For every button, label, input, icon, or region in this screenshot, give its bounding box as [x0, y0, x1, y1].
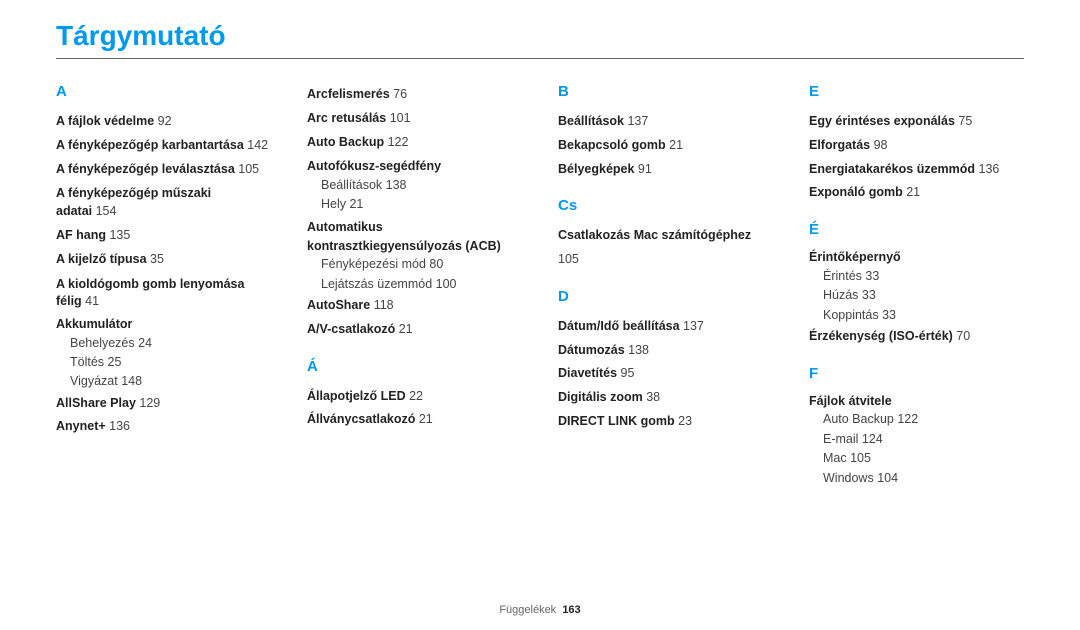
- index-subhead: Automatikuskontrasztkiegyensúlyozás (ACB…: [307, 218, 522, 256]
- index-entry[interactable]: Érzékenység (ISO-érték) 70: [809, 325, 1024, 349]
- index-subentry[interactable]: Beállítások 138: [307, 176, 522, 195]
- index-entry[interactable]: Csatlakozás Mac számítógéphez 105: [558, 224, 773, 272]
- column: B Beállítások 137Bekapcsoló gomb 21Bélyeg…: [558, 83, 773, 488]
- index-entry[interactable]: A/V-csatlakozó 21: [307, 318, 522, 342]
- index-letter: A: [56, 83, 271, 100]
- index-subentry[interactable]: Hely 21: [307, 195, 522, 214]
- index-letter: Á: [307, 358, 522, 375]
- index-subentry[interactable]: E-mail 124: [809, 430, 1024, 449]
- index-entry[interactable]: Digitális zoom 38: [558, 386, 773, 410]
- index-subhead: Autofókusz-segédfény: [307, 157, 522, 176]
- index-entry[interactable]: AutoShare 118: [307, 294, 522, 318]
- index-entry[interactable]: Auto Backup 122: [307, 131, 522, 155]
- index-letter: D: [558, 288, 773, 305]
- footer-label: Függelékek: [499, 604, 556, 616]
- index-entry[interactable]: Beállítások 137: [558, 110, 773, 134]
- index-subentry[interactable]: Koppintás 33: [809, 306, 1024, 325]
- index-entry[interactable]: DIRECT LINK gomb 23: [558, 410, 773, 434]
- index-entry[interactable]: A fényképezőgép műszakiadatai 154: [56, 185, 271, 220]
- index-entry[interactable]: AF hang 135: [56, 224, 271, 248]
- index-letter: E: [809, 83, 1024, 100]
- index-subentry[interactable]: Auto Backup 122: [809, 410, 1024, 429]
- index-letter: É: [809, 221, 1024, 238]
- index-entry[interactable]: Elforgatás 98: [809, 134, 1024, 158]
- index-subhead: Fájlok átvitele: [809, 392, 1024, 411]
- column: E Egy érintéses exponálás 75Elforgatás 98…: [809, 83, 1024, 488]
- index-entry[interactable]: A fájlok védelme 92: [56, 110, 271, 134]
- index-entry[interactable]: Állapotjelző LED 22: [307, 385, 522, 409]
- index-entry[interactable]: Diavetítés 95: [558, 362, 773, 386]
- index-subentry[interactable]: Húzás 33: [809, 286, 1024, 305]
- index-subentry[interactable]: Töltés 25: [56, 353, 271, 372]
- index-entry[interactable]: AllShare Play 129: [56, 392, 271, 416]
- index-entry[interactable]: Energiatakarékos üzemmód 136: [809, 158, 1024, 182]
- index-entry[interactable]: Bekapcsoló gomb 21: [558, 134, 773, 158]
- index-entry[interactable]: Arc retusálás 101: [307, 107, 522, 131]
- index-entry[interactable]: A fényképezőgép leválasztása 105: [56, 158, 271, 182]
- index-subentry[interactable]: Behelyezés 24: [56, 334, 271, 353]
- index-entry[interactable]: A kioldógomb gomb lenyomásafélig 41: [56, 276, 271, 311]
- index-subentry[interactable]: Lejátszás üzemmód 100: [307, 275, 522, 294]
- index-subhead: Akkumulátor: [56, 315, 271, 334]
- index-letter: F: [809, 365, 1024, 382]
- index-entry[interactable]: A fényképezőgép karbantartása 142: [56, 134, 271, 158]
- index-letter: Cs: [558, 197, 773, 214]
- footer-page: 163: [562, 604, 580, 616]
- index-entry[interactable]: Dátum/Idő beállítása 137: [558, 315, 773, 339]
- index-letter: B: [558, 83, 773, 100]
- index-subentry[interactable]: Fényképezési mód 80: [307, 255, 522, 274]
- index-entry[interactable]: A kijelző típusa 35: [56, 248, 271, 272]
- index-subentry[interactable]: Windows 104: [809, 469, 1024, 488]
- column: Arcfelismerés 76Arc retusálás 101Auto Ba…: [307, 83, 522, 488]
- footer: Függelékek 163: [0, 604, 1080, 616]
- index-entry[interactable]: Exponáló gomb 21: [809, 181, 1024, 205]
- index-entry[interactable]: Anynet+ 136: [56, 415, 271, 439]
- index-entry[interactable]: Dátumozás 138: [558, 339, 773, 363]
- index-entry[interactable]: Bélyegképek 91: [558, 158, 773, 182]
- index-columns: A A fájlok védelme 92A fényképezőgép karb…: [56, 83, 1024, 488]
- index-entry[interactable]: Egy érintéses exponálás 75: [809, 110, 1024, 134]
- page-title: Tárgymutató: [56, 20, 1024, 52]
- column: A A fájlok védelme 92A fényképezőgép karb…: [56, 83, 271, 488]
- index-subentry[interactable]: Vigyázat 148: [56, 372, 271, 391]
- index-entry[interactable]: Arcfelismerés 76: [307, 83, 522, 107]
- index-entry[interactable]: Állványcsatlakozó 21: [307, 408, 522, 432]
- index-subhead: Érintőképernyő: [809, 248, 1024, 267]
- title-rule: [56, 58, 1024, 59]
- index-subentry[interactable]: Mac 105: [809, 449, 1024, 468]
- index-subentry[interactable]: Érintés 33: [809, 267, 1024, 286]
